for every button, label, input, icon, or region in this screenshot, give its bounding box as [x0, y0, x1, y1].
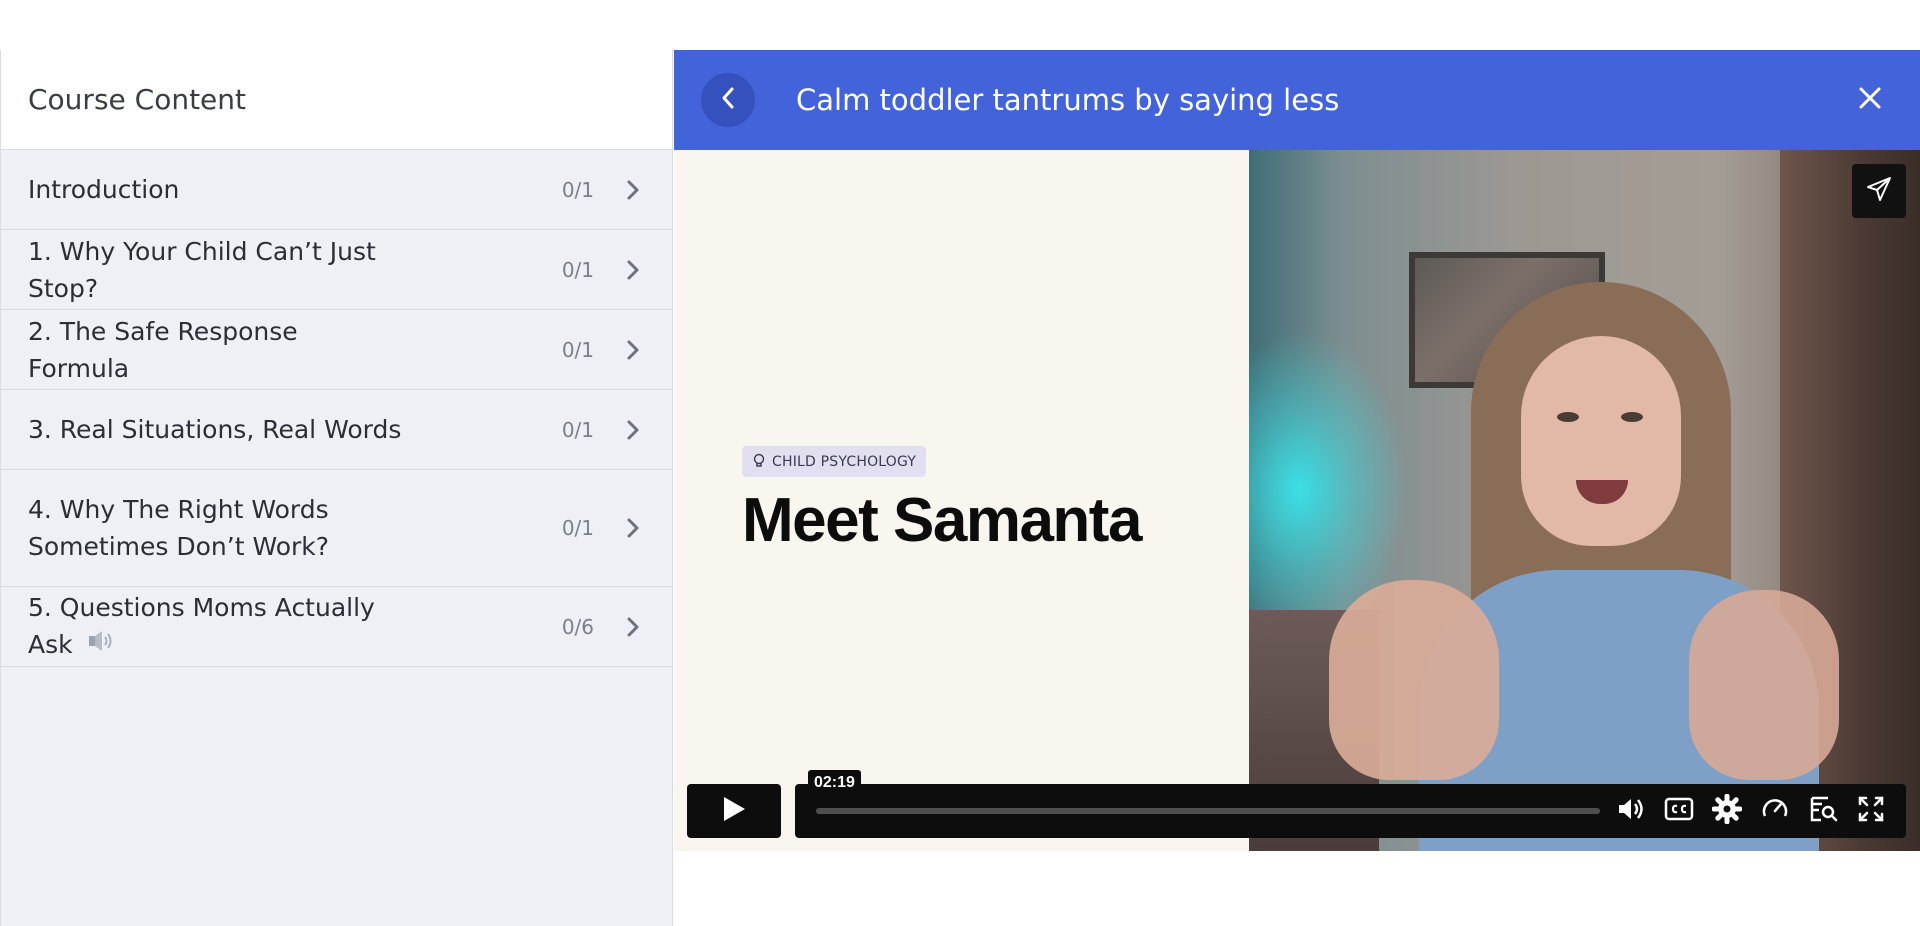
section-progress-count: 0/1 [561, 417, 594, 442]
back-button[interactable] [701, 73, 755, 127]
category-tag: CHILD PSYCHOLOGY [742, 446, 927, 477]
play-icon [721, 795, 747, 827]
speedometer-icon [1760, 794, 1790, 828]
transcript-button[interactable] [1807, 795, 1839, 827]
fullscreen-button[interactable] [1855, 795, 1887, 827]
settings-button[interactable] [1711, 793, 1743, 828]
speaker-icon [87, 627, 115, 664]
close-icon [1858, 86, 1882, 114]
section-5[interactable]: 5. Questions Moms Actually Ask 0/6 [1, 587, 672, 667]
section-progress-count: 0/1 [561, 257, 594, 282]
section-label: 1. Why Your Child Can’t Just Stop? [28, 236, 376, 303]
section-3[interactable]: 3. Real Situations, Real Words 0/1 [1, 390, 672, 470]
volume-icon [1616, 795, 1646, 827]
time-tooltip: 02:19 [808, 770, 861, 802]
sidebar-header: Course Content [1, 50, 672, 150]
transcript-icon [1808, 794, 1838, 828]
volume-button[interactable] [1615, 795, 1647, 827]
chevron-right-icon [622, 339, 644, 361]
back-arrow-icon [720, 86, 736, 114]
gear-icon [1711, 793, 1743, 828]
section-label: 3. Real Situations, Real Words [28, 415, 402, 444]
section-progress-count: 0/1 [561, 516, 594, 540]
play-button[interactable] [687, 784, 781, 838]
presenter-eye [1621, 412, 1643, 422]
brain-icon [752, 452, 766, 471]
chevron-right-icon [622, 419, 644, 441]
slide-heading: Meet Samanta [742, 486, 1142, 555]
share-button[interactable] [1852, 164, 1906, 218]
sidebar-title: Course Content [28, 83, 247, 116]
section-1[interactable]: 1. Why Your Child Can’t Just Stop? 0/1 [1, 230, 672, 310]
section-label: 4. Why The Right Words Sometimes Don’t W… [28, 495, 330, 561]
control-icons [1615, 793, 1887, 828]
playback-speed-button[interactable] [1759, 795, 1791, 827]
video-presenter-image [1249, 150, 1920, 851]
presenter-eye [1557, 412, 1579, 422]
control-bar: 02:19 [795, 770, 1906, 838]
presenter-hand [1689, 590, 1839, 780]
cc-icon [1664, 797, 1694, 825]
section-label: Introduction [28, 175, 180, 204]
presenter-hand [1329, 580, 1499, 780]
send-icon [1865, 175, 1893, 207]
section-label: 2. The Safe Response Formula [28, 316, 298, 383]
section-progress-count: 0/1 [561, 337, 594, 362]
lesson-player: Calm toddler tantrums by saying less CHI… [674, 50, 1920, 851]
section-label-wrap: 5. Questions Moms Actually Ask [28, 589, 554, 665]
player-header: Calm toddler tantrums by saying less [674, 50, 1920, 150]
category-tag-label: CHILD PSYCHOLOGY [772, 453, 917, 470]
course-sidebar: Course Content Introduction 0/1 1. Why Y… [0, 50, 673, 926]
section-progress-count: 0/6 [561, 614, 594, 639]
chevron-right-icon [622, 179, 644, 201]
section-4[interactable]: 4. Why The Right Words Sometimes Don’t W… [1, 470, 672, 587]
chevron-right-icon [622, 259, 644, 281]
section-introduction[interactable]: Introduction 0/1 [1, 150, 672, 230]
fullscreen-icon [1857, 795, 1885, 827]
progress-bar[interactable]: 02:19 [808, 770, 1600, 814]
close-button[interactable] [1854, 84, 1886, 116]
presenter-face [1521, 336, 1681, 546]
section-progress-count: 0/1 [561, 177, 594, 202]
chevron-right-icon [622, 616, 644, 638]
lesson-title: Calm toddler tantrums by saying less [796, 83, 1340, 117]
chevron-right-icon [622, 517, 644, 539]
captions-button[interactable] [1663, 795, 1695, 827]
video-frame[interactable]: CHILD PSYCHOLOGY Meet Samanta 02:19 [674, 150, 1920, 851]
section-label: 5. Questions Moms Actually Ask [28, 592, 375, 659]
section-2[interactable]: 2. The Safe Response Formula 0/1 [1, 310, 672, 390]
slide-panel: CHILD PSYCHOLOGY Meet Samanta [674, 150, 1249, 851]
